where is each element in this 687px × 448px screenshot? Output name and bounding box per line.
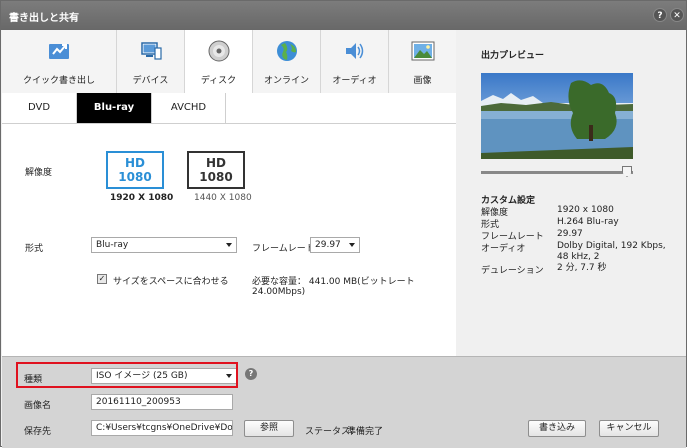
- window-title: 書き出しと共有: [9, 13, 79, 24]
- image-name-input[interactable]: 20161110_200953: [91, 394, 233, 410]
- quick-export-icon: [49, 44, 69, 59]
- spec-key: オーディオ: [481, 244, 526, 254]
- help-button[interactable]: ?: [653, 8, 667, 22]
- tab-label: ディスク: [200, 76, 237, 86]
- disc-type-tabs: DVD Blu-ray AVCHD: [2, 93, 456, 124]
- tab-disc[interactable]: ディスク: [185, 30, 253, 94]
- spec-key: デュレーション: [481, 266, 544, 276]
- disc-icon: [208, 40, 229, 62]
- preview-slider-thumb[interactable]: [622, 166, 632, 177]
- frame-rate-value: 29.97: [315, 240, 341, 250]
- format-value: Blu-ray: [96, 240, 129, 250]
- frame-rate-label: フレームレート: [252, 244, 315, 254]
- preview-image: [481, 73, 633, 159]
- title-bar: 書き出しと共有 ? ✕: [1, 1, 686, 30]
- save-to-label: 保存先: [24, 427, 52, 437]
- tab-label: オンライン: [263, 76, 309, 86]
- device-icon: [140, 42, 162, 60]
- subtab-avchd[interactable]: AVCHD: [152, 93, 226, 123]
- tab-audio[interactable]: オーディオ: [321, 30, 389, 93]
- help-icon[interactable]: ?: [245, 368, 257, 380]
- tab-image[interactable]: 画像: [389, 30, 456, 93]
- resolution-label: 解像度: [25, 168, 53, 178]
- tab-label: デバイス: [132, 76, 169, 86]
- type-highlight-box: [16, 362, 238, 388]
- write-button[interactable]: 書き込み: [528, 420, 586, 437]
- tab-label: クイック書き出し: [22, 76, 95, 86]
- subtab-bluray[interactable]: Blu-ray: [77, 93, 152, 123]
- hd-text: HD: [205, 156, 226, 170]
- tab-quick-export[interactable]: クイック書き出し: [2, 30, 117, 93]
- subtab-dvd[interactable]: DVD: [2, 93, 77, 123]
- resolution-1440-option[interactable]: HD 1080: [187, 151, 245, 189]
- tab-device[interactable]: デバイス: [117, 30, 185, 93]
- settings-panel: クイック書き出し デバイス ディスク オンライン オーディオ 画像 DVD Bl…: [2, 30, 456, 356]
- spec-value: Dolby Digital, 192 Kbps, 48 kHz, 2: [557, 241, 666, 262]
- chevron-down-icon: [349, 243, 355, 247]
- export-share-dialog: 書き出しと共有 ? ✕ クイック書き出し デバイス ディスク オンライン オーデ…: [0, 0, 687, 448]
- speaker-icon: [345, 43, 363, 59]
- hd-1080-text: 1080: [118, 170, 152, 184]
- cancel-button[interactable]: キャンセル: [599, 420, 659, 437]
- preview-panel: 出力プレビュー カスタム設定 解像度 1920 x 1080 形式 H.264 …: [457, 30, 686, 356]
- frame-rate-select[interactable]: 29.97: [310, 237, 360, 253]
- format-select[interactable]: Blu-ray: [91, 237, 237, 253]
- tab-label: 画像: [413, 76, 432, 86]
- tab-online[interactable]: オンライン: [253, 30, 321, 93]
- preview-slider-track[interactable]: [481, 171, 633, 174]
- hd-text: HD: [124, 156, 145, 170]
- image-name-label: 画像名: [24, 401, 52, 411]
- spec-value: 29.97: [557, 229, 583, 239]
- required-space-text: 必要な容量： 441.00 MB(ビットレート 24.00Mbps): [252, 277, 415, 297]
- preview-title: 出力プレビュー: [481, 51, 545, 61]
- export-tabs: クイック書き出し デバイス ディスク オンライン オーディオ 画像: [2, 30, 456, 94]
- save-to-input[interactable]: C:¥Users¥tcgns¥OneDrive¥Document: [91, 420, 233, 436]
- spec-value: 2 分, 7.7 秒: [557, 263, 607, 273]
- chevron-down-icon: [226, 243, 232, 247]
- fit-to-space-checkbox[interactable]: ✓: [97, 274, 107, 284]
- spec-value: 1920 x 1080: [557, 205, 614, 215]
- browse-button[interactable]: 参照: [244, 420, 294, 437]
- format-label: 形式: [25, 244, 44, 254]
- fit-to-space-label: サイズをスペースに合わせる: [113, 277, 229, 287]
- resolution-1920-caption: 1920 X 1080: [110, 193, 174, 203]
- image-icon: [411, 41, 434, 61]
- resolution-1920-option[interactable]: HD 1080: [106, 151, 164, 189]
- close-button[interactable]: ✕: [670, 8, 684, 22]
- globe-icon: [276, 41, 297, 61]
- hd-1080-text: 1080: [199, 170, 233, 184]
- status-value: 準備完了: [347, 427, 384, 437]
- resolution-1440-caption: 1440 X 1080: [194, 193, 252, 203]
- tab-label: オーディオ: [332, 76, 377, 86]
- spec-value: H.264 Blu-ray: [557, 217, 619, 227]
